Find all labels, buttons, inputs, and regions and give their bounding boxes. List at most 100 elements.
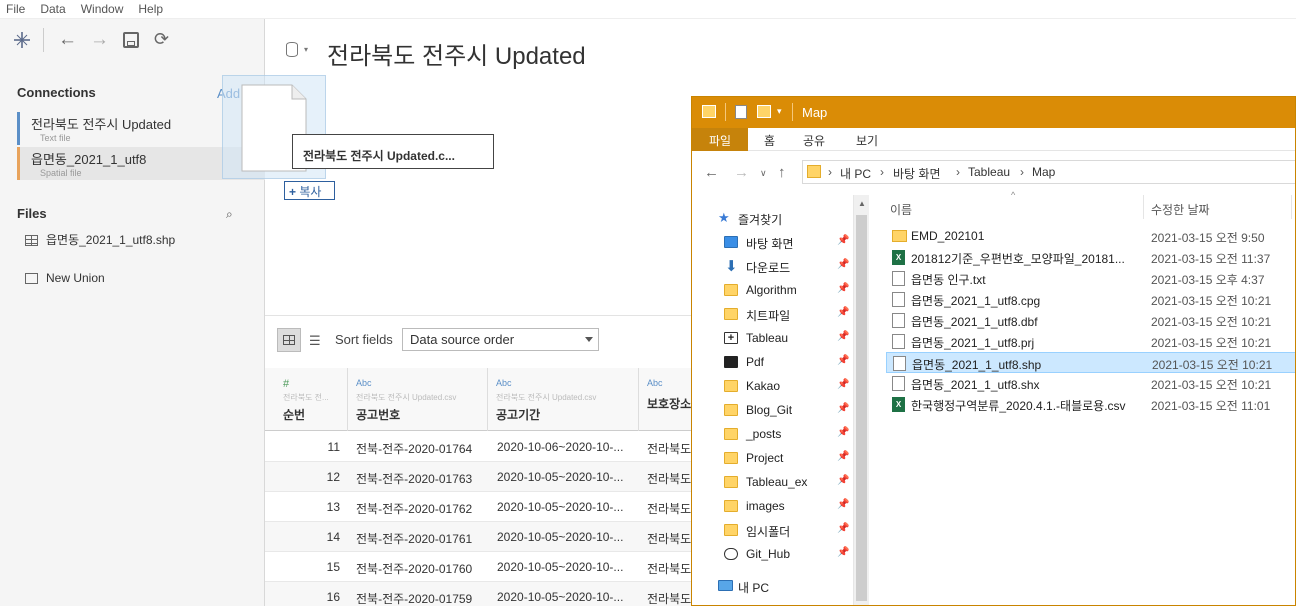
tab-file[interactable]: 파일 [692,128,748,151]
list-view-icon[interactable]: ☰ [309,333,321,349]
new-union-label: New Union [46,271,105,285]
address-bar[interactable]: › 내 PC › 바탕 화면 › Tableau › Map [802,160,1295,184]
nav-label: 치트파일 [746,309,791,323]
pin-icon[interactable]: 📌 [837,307,849,318]
sort-fields-label: Sort fields [335,332,393,347]
chevron-down-icon[interactable]: ▾ [304,45,308,54]
chevron-down-icon[interactable]: ∨ [760,168,767,179]
nav-label: 임시폴더 [746,525,791,539]
folder-icon [807,165,821,178]
breadcrumb-pc[interactable]: 내 PC [840,165,871,182]
pin-icon[interactable]: 📌 [837,379,849,390]
column-header[interactable]: Abc 전라북도 전주시 Updated.csv 공고기간 [488,368,639,431]
pin-icon[interactable]: 📌 [837,523,849,534]
pin-icon[interactable]: 📌 [837,235,849,246]
connections-title: Connections [17,85,96,100]
menu-data[interactable]: Data [40,2,65,16]
column-header-name[interactable]: 이름 [890,201,912,218]
scrollbar-thumb[interactable] [856,215,867,601]
cell: 2020-10-05~2020-10-... [497,530,624,544]
explorer-titlebar[interactable]: ▾ Map [692,97,1295,128]
list-item[interactable]: 읍면동_2021_1_utf8.shx 2021-03-15 오전 10:21 [886,373,1295,394]
forward-icon[interactable]: → [734,164,749,181]
database-icon[interactable] [286,42,298,57]
nav-label: 다운로드 [746,261,791,275]
pin-icon[interactable]: 📌 [837,547,849,558]
back-icon[interactable]: ← [704,164,719,181]
cell: 전라북도 [647,532,692,546]
pin-icon[interactable]: 📌 [837,499,849,510]
file-name: 읍면동_2021_1_utf8.shp [912,358,1042,372]
pin-icon[interactable]: 📌 [837,451,849,462]
grid-header: # 전라북도 전... 순번 Abc 전라북도 전주시 Updated.csv … [265,368,695,431]
forward-icon[interactable]: → [90,30,109,49]
tab-share[interactable]: 공유 [803,132,825,149]
breadcrumb-map[interactable]: Map [1032,165,1055,179]
new-folder-icon[interactable] [757,105,771,118]
nav-scrollbar[interactable]: ▲ [853,195,869,605]
menu-window[interactable]: Window [81,2,124,16]
column-header[interactable]: Abc 보호장소 [639,368,695,431]
list-item[interactable]: 읍면동_2021_1_utf8.cpg 2021-03-15 오전 10:21 [886,289,1295,310]
chevron-up-icon[interactable]: ▲ [858,199,866,208]
refresh-icon[interactable]: ⟳ [154,30,169,49]
tab-view[interactable]: 보기 [856,132,878,149]
list-item[interactable]: EMD_202101 2021-03-15 오전 9:50 [886,226,1295,247]
cell: 2020-10-05~2020-10-... [497,470,624,484]
menu-file[interactable]: File [6,2,25,16]
pin-icon[interactable]: 📌 [837,355,849,366]
sort-fields-value: Data source order [410,332,515,347]
pin-icon[interactable]: 📌 [837,259,849,270]
sort-fields-select[interactable]: Data source order [402,328,599,351]
cell: 전북-전주-2020-01763 [356,472,473,486]
breadcrumb-tableau[interactable]: Tableau [968,165,1010,179]
back-icon[interactable]: ← [58,30,77,49]
table-row: 15 전북-전주-2020-01760 2020-10-05~2020-10-.… [265,552,695,582]
list-item[interactable]: 읍면동 인구.txt 2021-03-15 오후 4:37 [886,268,1295,289]
chevron-down-icon[interactable]: ▾ [777,106,782,117]
cell: 12 [326,470,340,484]
nav-label: Project [746,451,784,465]
grid-view-button[interactable] [277,328,301,352]
list-item[interactable]: 읍면동_2021_1_utf8.prj 2021-03-15 오전 10:21 [886,331,1295,352]
list-item[interactable]: 읍면동_2021_1_utf8.dbf 2021-03-15 오전 10:21 [886,310,1295,331]
datasource-title[interactable]: 전라북도 전주시 Updated [327,36,586,71]
breadcrumb-desktop[interactable]: 바탕 화면 [893,165,941,182]
column-header-date[interactable]: 수정한 날짜 [1151,201,1210,218]
nav-label: Kakao [746,379,781,393]
pin-icon[interactable]: 📌 [837,403,849,414]
folder-icon [892,230,907,242]
pin-icon[interactable]: 📌 [837,283,849,294]
search-icon[interactable]: ⌕ [226,207,233,222]
new-union-item[interactable]: New Union [25,271,105,285]
copy-badge: + 복사 [284,181,335,200]
file-item-shp[interactable]: 읍면동_2021_1_utf8.shp [25,231,175,248]
file-list: 이름 ^ 수정한 날짜 EMD_202101 2021-03-15 오전 9:5… [886,190,1295,605]
table-row: 14 전북-전주-2020-01761 2020-10-05~2020-10-.… [265,522,695,552]
menu-help[interactable]: Help [138,2,163,16]
column-source: 전라북도 전... [283,393,329,402]
list-item[interactable]: X 한국행정구역분류_2020.4.1.-태블로용.csv 2021-03-15… [886,394,1295,415]
pin-icon[interactable]: 📌 [837,331,849,342]
list-item[interactable]: X 201812기준_우편번호_모양파일_20181... 2021-03-15… [886,247,1295,268]
column-header[interactable]: # 전라북도 전... 순번 [265,368,348,431]
file-date: 2021-03-15 오후 4:37 [1151,273,1265,287]
cell: 14 [326,530,340,544]
folder-icon [724,284,738,296]
column-header[interactable]: Abc 전라북도 전주시 Updated.csv 공고번호 [348,368,488,431]
up-icon[interactable]: ↑ [778,164,786,181]
save-icon[interactable] [123,32,139,48]
files-title: Files [17,206,47,221]
tableau-logo-icon[interactable] [13,31,31,49]
nav-label: Algorithm [746,283,797,297]
pin-icon[interactable]: 📌 [837,475,849,486]
folder-dark-icon [724,356,738,368]
pin-icon[interactable]: 📌 [837,427,849,438]
nav-label: 즐겨찾기 [738,213,783,227]
list-item-selected[interactable]: 읍면동_2021_1_utf8.shp 2021-03-15 오전 10:21 [886,352,1295,373]
nav-label: Tableau [746,331,789,345]
nav-label: 바탕 화면 [746,237,794,251]
tab-home[interactable]: 홈 [764,132,775,149]
properties-icon[interactable] [735,105,747,119]
drag-label: 전라북도 전주시 Updated.c... [292,134,494,169]
